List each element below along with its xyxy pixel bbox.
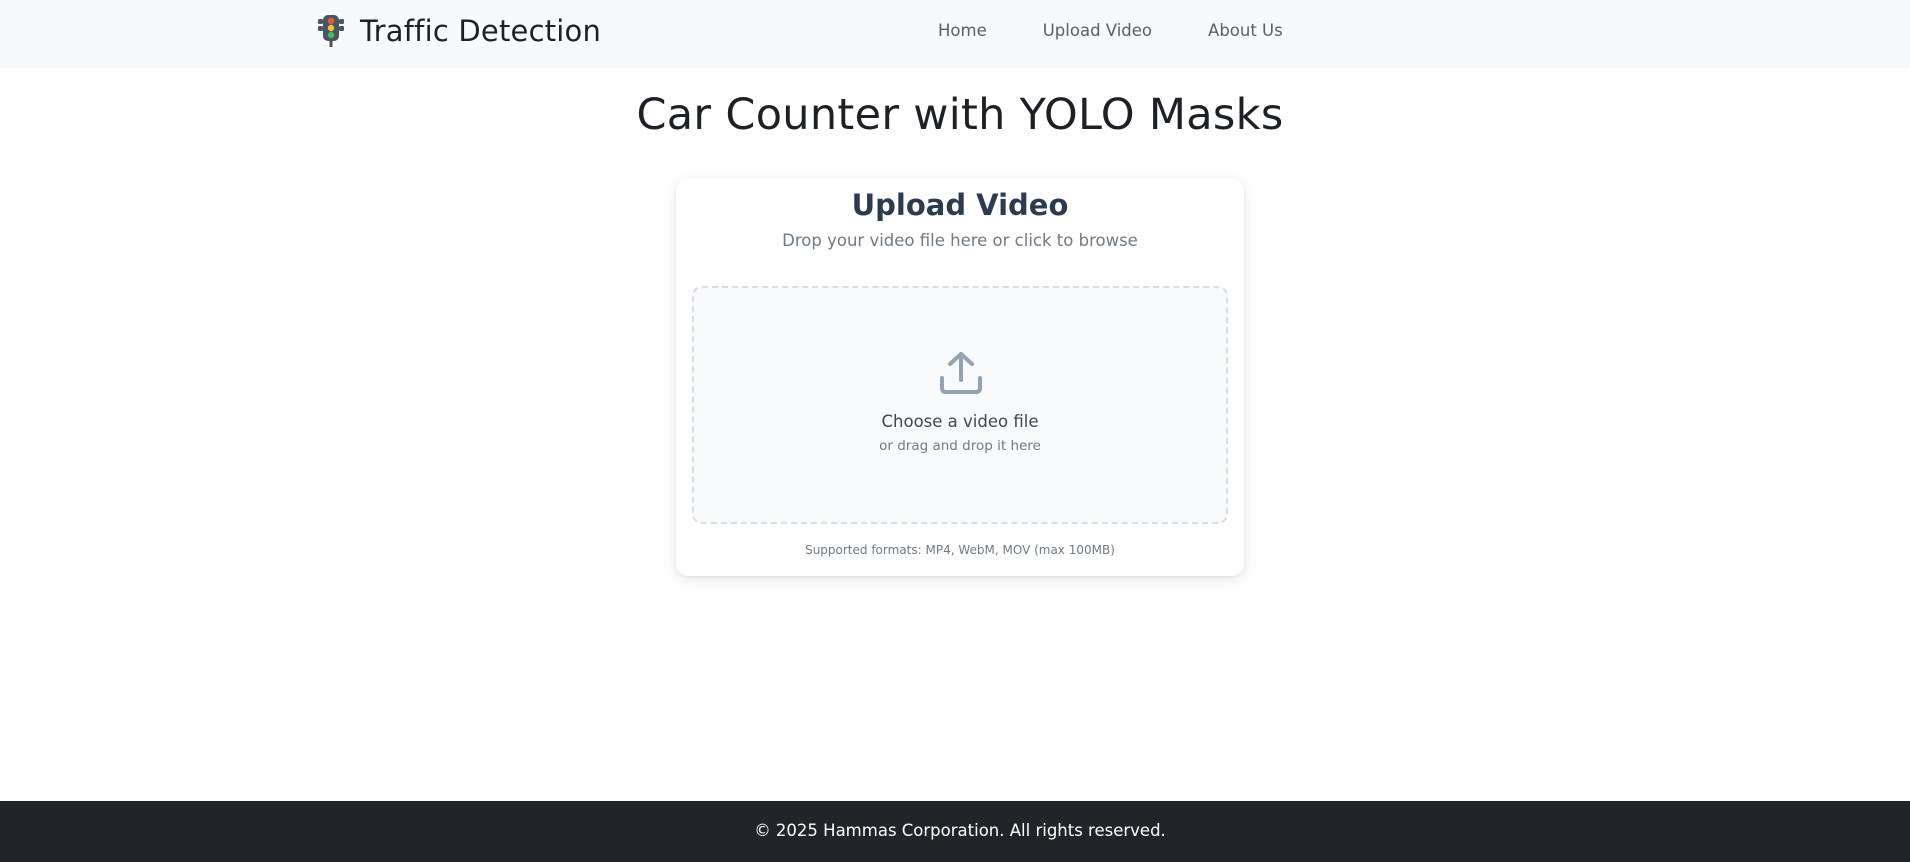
brand-title: Traffic Detection	[360, 14, 602, 48]
nav-link-home[interactable]: Home	[938, 20, 987, 42]
page-title: Car Counter with YOLO Masks	[636, 90, 1284, 140]
dropzone-subtitle: or drag and drop it here	[879, 438, 1041, 454]
footer-copyright: © 2025 Hammas Corporation. All rights re…	[754, 821, 1166, 840]
footer: © 2025 Hammas Corporation. All rights re…	[0, 801, 1910, 862]
brand-link[interactable]: Traffic Detection	[316, 12, 601, 50]
supported-formats-note: Supported formats: MP4, WebM, MOV (max 1…	[805, 543, 1115, 557]
dropzone-title: Choose a video file	[881, 412, 1039, 431]
upload-card-title: Upload Video	[851, 188, 1069, 222]
upload-card-subtitle: Drop your video file here or click to br…	[782, 231, 1138, 250]
navbar: Traffic Detection Home Upload Video Abou…	[0, 0, 1910, 68]
nav-link-upload-video[interactable]: Upload Video	[1043, 20, 1152, 42]
nav-link-about-us[interactable]: About Us	[1208, 20, 1283, 42]
upload-card: Upload Video Drop your video file here o…	[676, 178, 1244, 576]
traffic-light-icon	[318, 15, 344, 47]
page: Traffic Detection Home Upload Video Abou…	[0, 0, 1910, 862]
nav-links: Home Upload Video About Us	[938, 20, 1283, 42]
upload-icon	[940, 352, 982, 394]
file-dropzone[interactable]: Choose a video file or drag and drop it …	[692, 286, 1228, 524]
